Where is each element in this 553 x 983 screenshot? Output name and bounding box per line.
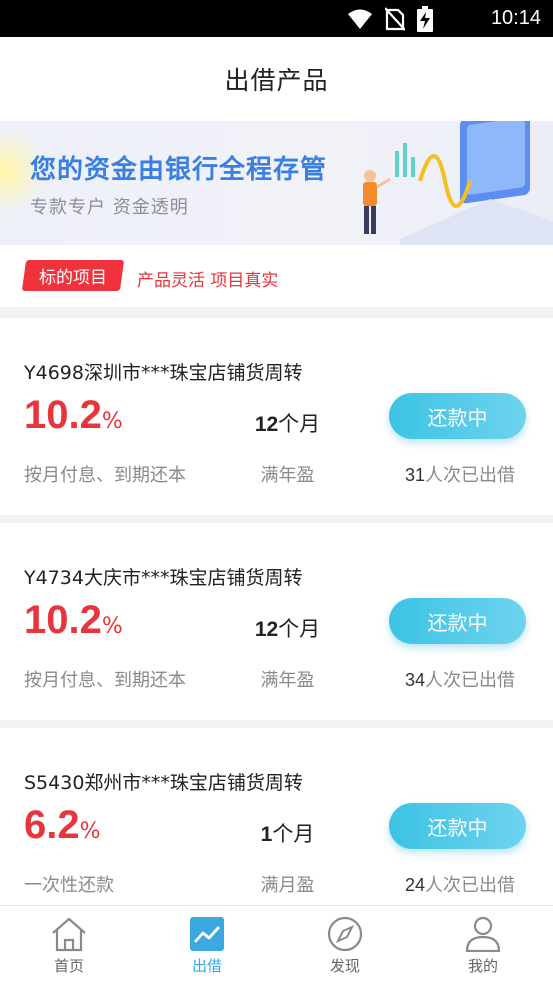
banner-subline: 专款专户 资金透明 (30, 197, 189, 218)
annual-rate: 10.2% (24, 393, 123, 437)
repay-method: 按月付息、到期还本 (24, 670, 186, 691)
page-title: 出借产品 (224, 66, 329, 95)
status-time: 10:14 (490, 7, 541, 29)
tab-mine[interactable]: 我的 (414, 906, 552, 983)
tab-lend[interactable]: 出借 (138, 906, 276, 983)
lender-count: 31人次已出借 (404, 465, 516, 486)
tab-label: 出借 (191, 957, 222, 975)
no-sim-icon (385, 7, 405, 31)
annual-rate: 10.2% (24, 598, 123, 642)
banner-illustration (363, 121, 553, 245)
banner-headline: 您的资金由银行全程存管 (30, 155, 328, 185)
product-card[interactable]: Y4698深圳市***珠宝店铺货周转 10.2% 12个月 还款中 按月付息、到… (0, 318, 553, 515)
tab-home[interactable]: 首页 (0, 906, 138, 983)
home-icon (52, 917, 86, 952)
loan-term: 1个月 (260, 822, 315, 846)
repaying-status-button[interactable]: 还款中 (389, 393, 526, 439)
wifi-icon (348, 9, 372, 29)
title-bar: 出借产品 (0, 37, 553, 121)
project-tag: 标的项目 (21, 260, 125, 291)
project-slogan: 产品灵活 项目真实 (137, 271, 279, 291)
loan-term: 12个月 (254, 412, 321, 436)
annual-rate: 6.2% (24, 803, 101, 847)
lender-count: 24人次已出借 (404, 875, 516, 896)
product-card[interactable]: Y4734大庆市***珠宝店铺货周转 10.2% 12个月 还款中 按月付息、到… (0, 523, 553, 720)
term-label: 满月盈 (260, 875, 315, 896)
user-icon (465, 916, 501, 952)
product-name: Y4734大庆市***珠宝店铺货周转 (24, 567, 303, 589)
product-name: Y4698深圳市***珠宝店铺货周转 (24, 362, 303, 384)
repay-method: 一次性还款 (24, 875, 114, 896)
tab-discover[interactable]: 发现 (276, 906, 414, 983)
bottom-tab-bar: 首页 出借 发现 我的 (0, 905, 553, 983)
tab-label: 首页 (53, 957, 84, 975)
term-label: 满年盈 (260, 465, 315, 486)
promo-banner[interactable]: 您的资金由银行全程存管 专款专户 资金透明 (0, 121, 553, 245)
repaying-status-button[interactable]: 还款中 (389, 803, 526, 849)
status-bar: 10:14 (0, 0, 553, 37)
product-name: S5430郑州市***珠宝店铺货周转 (24, 772, 303, 794)
trend-chart-icon (190, 917, 224, 951)
project-tag-row: 标的项目 产品灵活 项目真实 (0, 245, 553, 307)
term-label: 满年盈 (260, 670, 315, 691)
repaying-status-button[interactable]: 还款中 (389, 598, 526, 644)
battery-charging-icon (417, 6, 433, 32)
tab-label: 我的 (467, 957, 498, 975)
product-card[interactable]: S5430郑州市***珠宝店铺货周转 6.2% 1个月 还款中 一次性还款 满月… (0, 728, 553, 925)
repay-method: 按月付息、到期还本 (24, 465, 186, 486)
loan-term: 12个月 (254, 617, 321, 641)
compass-icon (327, 916, 363, 952)
lender-count: 34人次已出借 (404, 670, 516, 691)
tab-label: 发现 (329, 957, 360, 975)
